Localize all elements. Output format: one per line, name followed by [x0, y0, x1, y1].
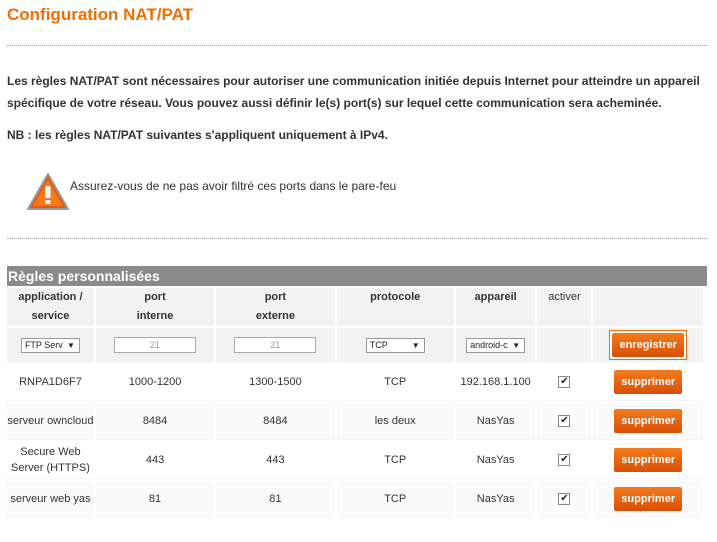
rule-device: NasYas — [455, 403, 536, 440]
port-external-input[interactable]: 21 — [234, 337, 317, 353]
column-header-protocol: protocole — [336, 288, 454, 326]
delete-button[interactable]: supprimer — [614, 370, 683, 394]
active-checkbox[interactable]: ✔ — [558, 493, 571, 506]
rule-application: serveur web yas — [7, 481, 94, 518]
page-title: Configuration NAT/PAT — [7, 5, 194, 24]
section-title: Règles personnalisées — [8, 268, 160, 284]
application-select-value: FTP Serv — [24, 339, 63, 350]
rule-application: Secure Web Server (HTTPS) — [7, 442, 94, 479]
divider — [7, 45, 707, 46]
nb-text: NB : les règles NAT/PAT suivantes s'appl… — [7, 128, 388, 142]
column-header-application-line1: application / — [18, 291, 83, 303]
rule-device: 192.168.1.100 — [455, 364, 536, 401]
rule-device: NasYas — [455, 481, 536, 518]
column-header-port-external-line2: externe — [255, 310, 295, 322]
column-header-application: application / service — [7, 288, 94, 326]
rule-protocol: TCP — [336, 442, 454, 479]
rule-device: NasYas — [455, 442, 536, 479]
table-row: Secure Web Server (HTTPS) 443 443 TCP Na… — [7, 442, 703, 479]
chevron-down-icon: ▼ — [67, 340, 75, 350]
delete-button[interactable]: supprimer — [614, 409, 683, 433]
table-row: serveur web yas 81 81 TCP NasYas ✔ suppr… — [7, 481, 703, 518]
chevron-down-icon: ▼ — [411, 340, 420, 350]
device-select[interactable]: android-c ▼ — [466, 337, 526, 353]
new-rule-row: FTP Serv ▼ 21 21 TCP ▼ android-c ▼ enregist… — [7, 328, 703, 362]
divider — [7, 238, 707, 239]
rule-application: RNPA1D6F7 — [7, 364, 94, 401]
column-header-port-external-line1: port — [264, 291, 287, 303]
column-header-application-line2: service — [31, 310, 70, 322]
chevron-down-icon: ▼ — [512, 340, 521, 350]
protocol-select-value: TCP — [369, 339, 388, 350]
rule-application: serveur owncloud — [7, 403, 94, 440]
active-checkbox[interactable]: ✔ — [558, 454, 571, 467]
save-button-frame: enregistrer — [609, 330, 687, 360]
rule-port-external: 443 — [216, 442, 335, 479]
save-button[interactable]: enregistrer — [612, 333, 684, 357]
column-header-port-internal-line2: interne — [136, 310, 174, 322]
column-header-activate: activer — [537, 288, 592, 326]
rule-protocol: TCP — [336, 481, 454, 518]
table-row: serveur owncloud 8484 8484 les deux NasY… — [7, 403, 703, 440]
table-row: RNPA1D6F7 1000-1200 1300-1500 TCP 192.16… — [7, 364, 703, 401]
column-header-action — [593, 288, 703, 326]
device-select-value: android-c — [470, 339, 508, 350]
rule-port-internal: 1000-1200 — [95, 364, 215, 401]
rule-protocol: les deux — [336, 403, 454, 440]
delete-button[interactable]: supprimer — [614, 487, 683, 511]
column-header-device: appareil — [455, 288, 536, 326]
warning-text: Assurez-vous de ne pas avoir filtré ces … — [70, 179, 397, 193]
nat-rules-table: application / service port interne port … — [5, 286, 705, 520]
port-internal-input[interactable]: 21 — [114, 337, 197, 353]
rule-port-internal: 443 — [95, 442, 215, 479]
column-header-port-internal: port interne — [95, 288, 215, 326]
rule-port-external: 81 — [216, 481, 335, 518]
rule-protocol: TCP — [336, 364, 454, 401]
rule-port-external: 1300-1500 — [216, 364, 335, 401]
section-header: Règles personnalisées — [7, 266, 707, 286]
rule-port-internal: 8484 — [95, 403, 215, 440]
active-checkbox[interactable]: ✔ — [558, 376, 571, 389]
column-header-port-internal-line1: port — [144, 291, 166, 303]
rule-port-external: 8484 — [216, 403, 335, 440]
application-select[interactable]: FTP Serv ▼ — [20, 337, 80, 353]
intro-text: Les règles NAT/PAT sont nécessaires pour… — [7, 74, 700, 110]
column-header-port-external: port externe — [216, 288, 335, 326]
delete-button[interactable]: supprimer — [614, 448, 683, 472]
rule-port-internal: 81 — [95, 481, 215, 518]
active-checkbox[interactable]: ✔ — [558, 415, 571, 428]
empty-cell — [537, 328, 592, 362]
warning-triangle-icon — [27, 173, 69, 210]
protocol-select[interactable]: TCP ▼ — [365, 337, 425, 353]
table-header-row: application / service port interne port … — [7, 288, 703, 326]
